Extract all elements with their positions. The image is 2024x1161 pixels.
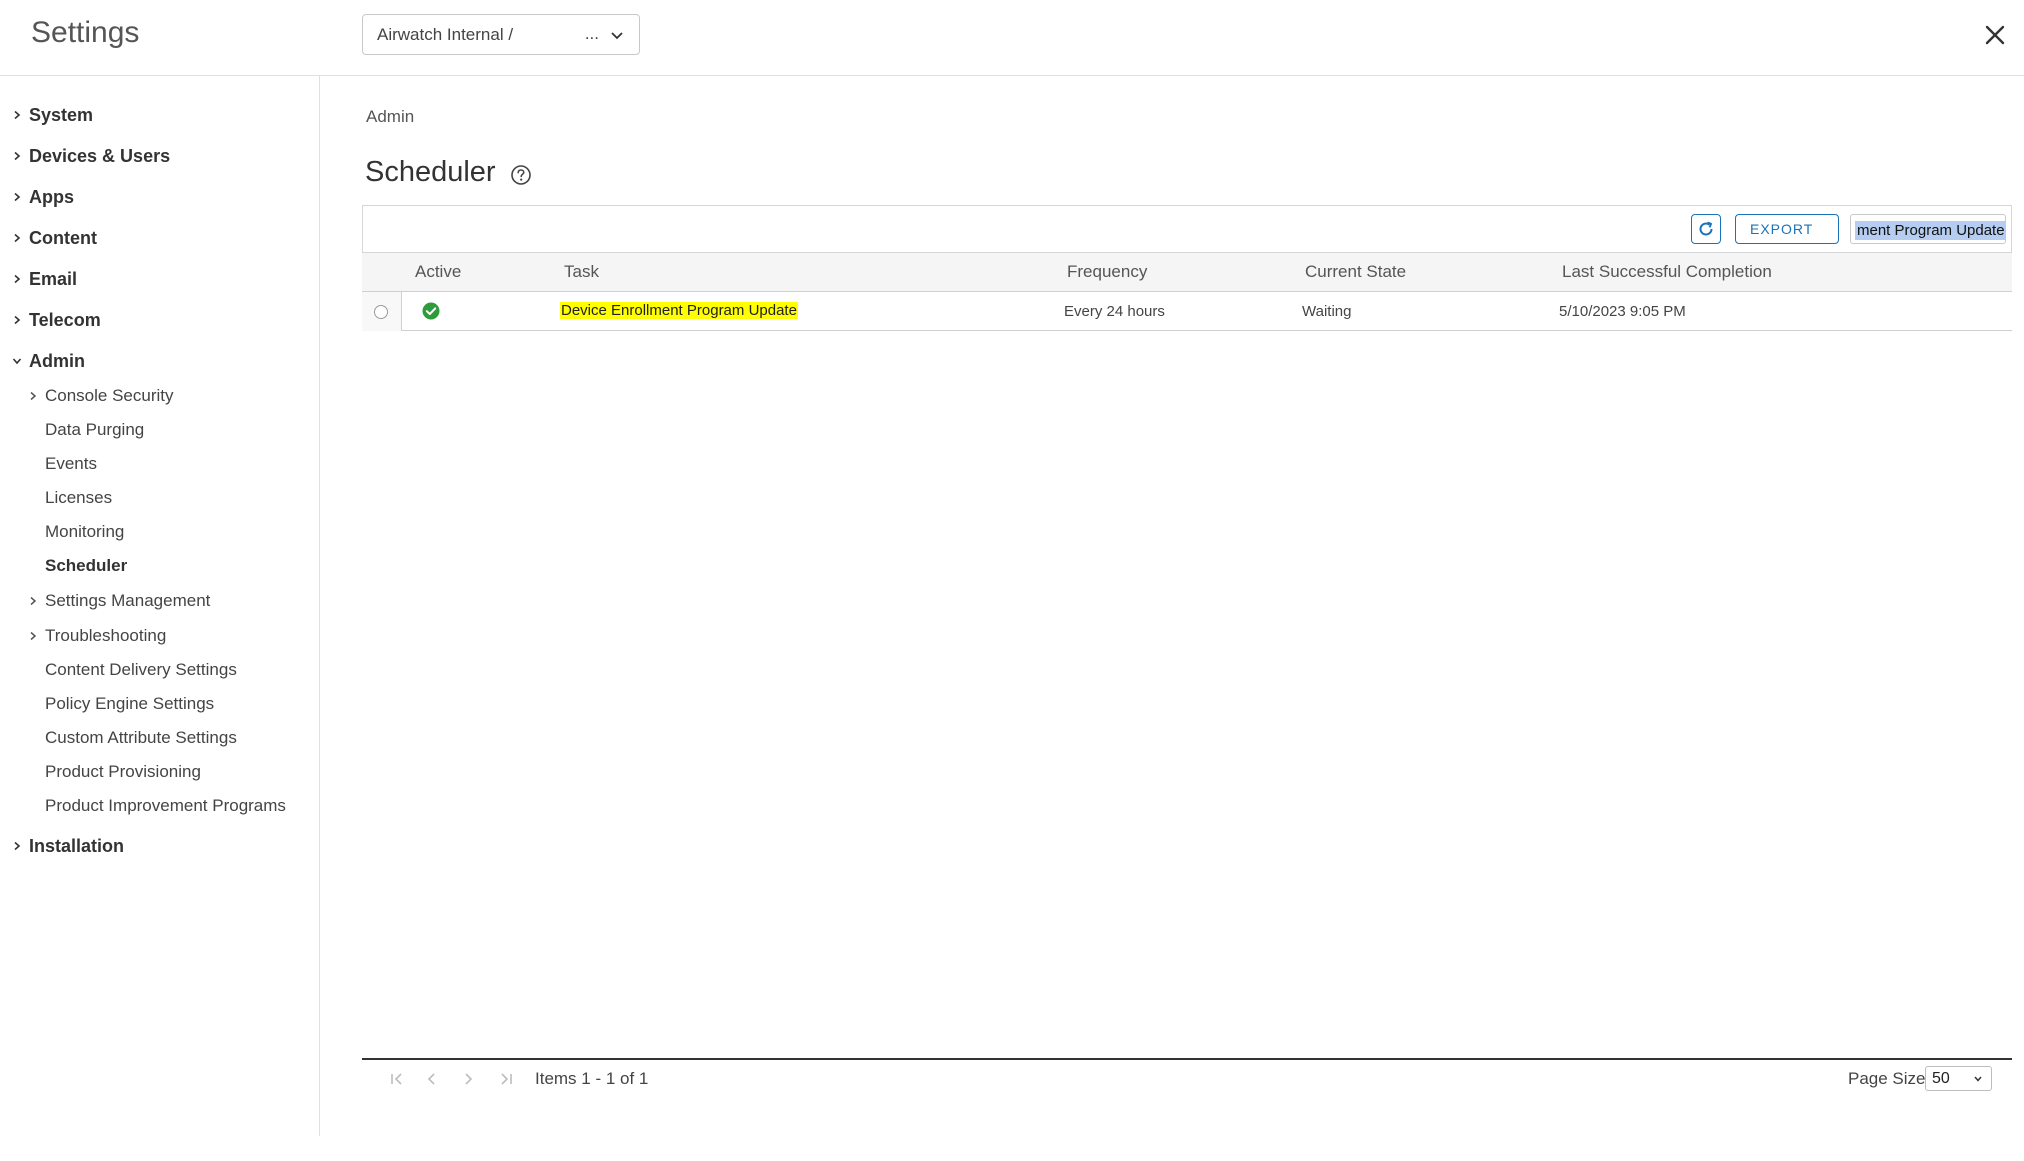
sidebar-item-system[interactable]: System <box>12 100 93 130</box>
active-check-icon <box>422 302 440 320</box>
sidebar-item-label: Content <box>29 227 97 248</box>
page-title: Scheduler <box>365 156 532 189</box>
sidebar-item-label: System <box>29 104 94 125</box>
organization-group-label: Airwatch Internal / <box>377 25 514 44</box>
sidebar-subitem-settings-management[interactable]: Settings Management <box>28 586 210 616</box>
export-button[interactable]: EXPORT <box>1735 214 1839 244</box>
table-row[interactable]: Device Enrollment Program Update Every 2… <box>362 292 2012 331</box>
sidebar-subitem-licenses[interactable]: Licenses <box>45 483 112 513</box>
current-state-cell: Waiting <box>1302 303 1352 320</box>
sidebar-item-label: Apps <box>29 186 74 207</box>
column-header-current-state[interactable]: Current State <box>1305 262 1406 282</box>
row-select-radio[interactable] <box>374 305 388 319</box>
sidebar-item-label: Scheduler <box>45 556 128 575</box>
refresh-button[interactable] <box>1691 214 1721 244</box>
frequency-cell: Every 24 hours <box>1064 303 1165 320</box>
chevron-right-icon <box>30 631 37 641</box>
sidebar-subitem-product-improvement-programs[interactable]: Product Improvement Programs <box>45 791 286 821</box>
grid-toolbar: EXPORT ment Program Update <box>362 205 2012 253</box>
sidebar-item-devices-users[interactable]: Devices & Users <box>12 141 170 171</box>
sidebar-subitem-data-purging[interactable]: Data Purging <box>45 415 144 445</box>
chevron-right-icon <box>14 274 21 284</box>
chevron-right-icon <box>14 110 21 120</box>
chevron-down-icon <box>1974 1076 1982 1082</box>
task-link[interactable]: Device Enrollment Program Update <box>560 302 798 319</box>
pager-items-text: Items 1 - 1 of 1 <box>535 1069 649 1088</box>
sidebar-item-label: Email <box>29 268 78 289</box>
sidebar-item-label: Product Improvement Programs <box>45 796 286 815</box>
grid-header: Active Task Frequency Current State Last… <box>362 253 2012 292</box>
sidebar-item-label: Content Delivery Settings <box>45 660 237 679</box>
first-page-icon[interactable] <box>388 1070 406 1088</box>
sidebar-item-label: Admin <box>29 350 85 371</box>
sidebar-subitem-policy-engine-settings[interactable]: Policy Engine Settings <box>45 689 214 719</box>
sidebar-subitem-console-security[interactable]: Console Security <box>28 381 174 411</box>
chevron-down-icon <box>12 358 22 365</box>
chevron-right-icon <box>14 233 21 243</box>
sidebar-subitem-content-delivery-settings[interactable]: Content Delivery Settings <box>45 655 237 685</box>
search-input-value: ment Program Update <box>1855 221 2005 240</box>
chevron-right-icon <box>14 841 21 851</box>
sidebar-subitem-events[interactable]: Events <box>45 449 97 479</box>
last-page-icon[interactable] <box>497 1070 515 1088</box>
breadcrumb[interactable]: Admin <box>366 107 414 127</box>
organization-group-dropdown[interactable]: Airwatch Internal / ... <box>362 14 640 55</box>
sidebar-subitem-product-provisioning[interactable]: Product Provisioning <box>45 757 201 787</box>
page-size-label: Page Size: <box>1848 1069 1931 1088</box>
search-input[interactable]: ment Program Update <box>1850 214 2006 244</box>
grid-pager: Items 1 - 1 of 1 Page Size: 50 <box>362 1058 2012 1100</box>
sidebar-item-label: Devices & Users <box>29 145 171 166</box>
chevron-down-icon <box>611 32 623 40</box>
row-select-cell <box>362 292 402 331</box>
sidebar-item-label: Console Security <box>45 386 174 405</box>
sidebar-item-label: Installation <box>29 835 125 856</box>
app-title: Settings <box>31 16 140 49</box>
close-icon[interactable] <box>1982 22 2008 48</box>
sidebar-item-label: Troubleshooting <box>45 626 167 645</box>
chevron-right-icon <box>14 151 21 161</box>
sidebar-item-admin[interactable]: Admin <box>12 346 85 376</box>
sidebar: System Devices & Users Apps Content Emai… <box>0 76 320 1136</box>
sidebar-item-label: Telecom <box>29 309 101 330</box>
header-bar: Settings Airwatch Internal / ... <box>0 0 2024 76</box>
column-header-frequency[interactable]: Frequency <box>1067 262 1147 282</box>
sidebar-item-label: Events <box>45 454 97 473</box>
sidebar-item-label: Custom Attribute Settings <box>45 728 237 747</box>
next-page-icon[interactable] <box>459 1070 477 1088</box>
page-title-text: Scheduler <box>365 156 496 188</box>
sidebar-item-label: Policy Engine Settings <box>45 694 215 713</box>
sidebar-item-installation[interactable]: Installation <box>12 831 124 861</box>
sidebar-item-label: Product Provisioning <box>45 762 201 781</box>
page-size-value: 50 <box>1932 1070 1950 1087</box>
chevron-right-icon <box>14 192 21 202</box>
organization-group-ellipsis: ... <box>584 24 599 43</box>
chevron-right-icon <box>14 315 21 325</box>
sidebar-item-content[interactable]: Content <box>12 223 97 253</box>
column-header-last-successful-completion[interactable]: Last Successful Completion <box>1562 262 1772 282</box>
column-header-task[interactable]: Task <box>564 262 599 282</box>
sidebar-item-label: Monitoring <box>45 522 125 541</box>
column-header-active[interactable]: Active <box>415 262 461 282</box>
page-size-select[interactable]: 50 <box>1925 1066 1992 1091</box>
sidebar-subitem-monitoring[interactable]: Monitoring <box>45 517 124 547</box>
chevron-right-icon <box>30 596 37 606</box>
sidebar-subitem-scheduler[interactable]: Scheduler <box>45 551 127 581</box>
sidebar-item-label: Data Purging <box>45 420 145 439</box>
sidebar-item-label: Settings Management <box>45 591 211 610</box>
last-completion-cell: 5/10/2023 9:05 PM <box>1559 303 1686 320</box>
refresh-icon <box>1699 221 1713 236</box>
scheduler-grid: Active Task Frequency Current State Last… <box>362 253 2012 331</box>
sidebar-item-telecom[interactable]: Telecom <box>12 305 101 335</box>
sidebar-item-label: Licenses <box>45 488 113 507</box>
sidebar-item-email[interactable]: Email <box>12 264 77 294</box>
chevron-right-icon <box>30 391 37 401</box>
previous-page-icon[interactable] <box>423 1070 441 1088</box>
sidebar-subitem-custom-attribute-settings[interactable]: Custom Attribute Settings <box>45 723 237 753</box>
help-icon[interactable] <box>510 164 532 186</box>
sidebar-item-apps[interactable]: Apps <box>12 182 74 212</box>
sidebar-subitem-troubleshooting[interactable]: Troubleshooting <box>28 621 166 651</box>
